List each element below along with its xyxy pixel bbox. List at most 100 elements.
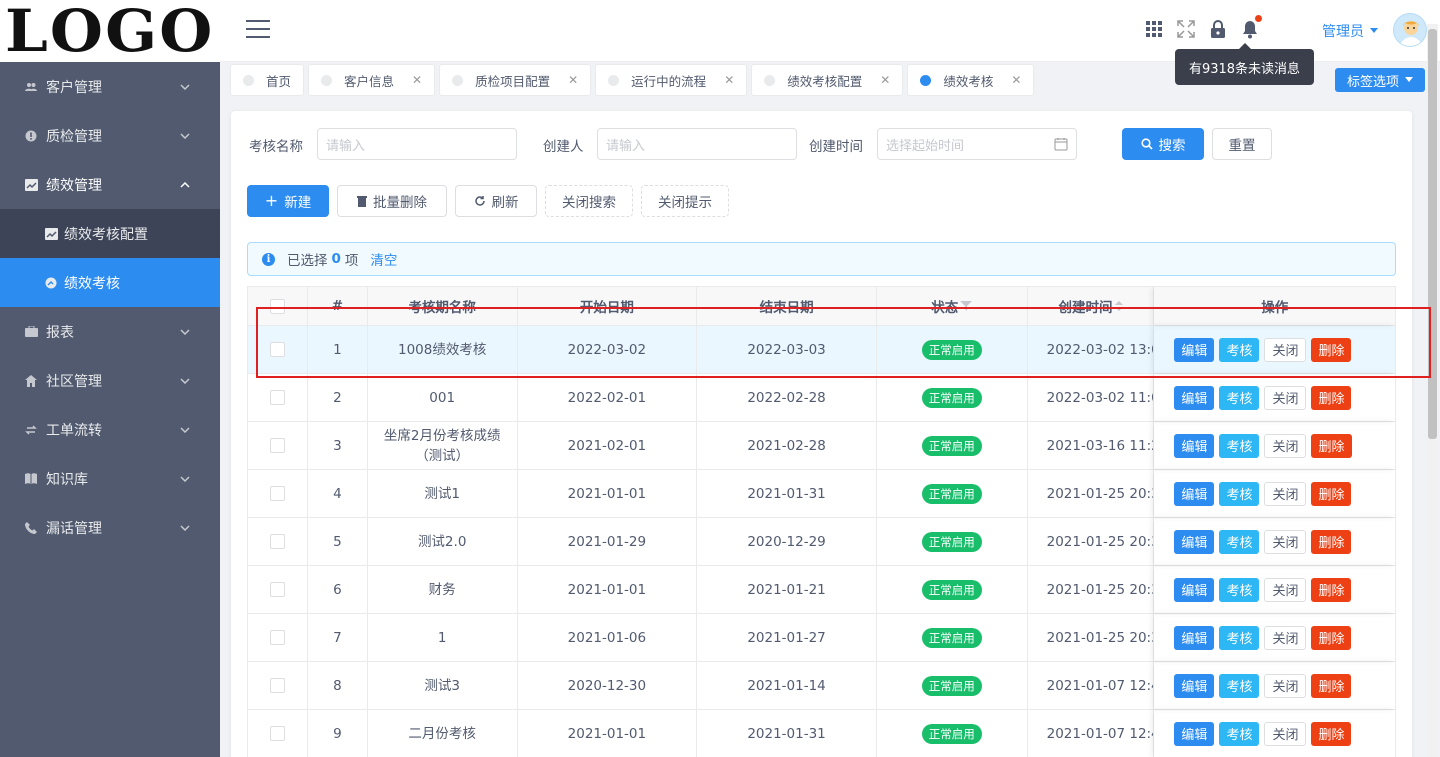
edit-button[interactable]: 编辑 (1174, 529, 1215, 554)
close-button[interactable]: 关闭 (1264, 481, 1307, 506)
sidebar-item-5[interactable]: 工单流转 (0, 405, 220, 454)
row-checkbox[interactable] (269, 534, 285, 549)
review-button[interactable]: 考核 (1219, 337, 1260, 362)
table-row[interactable]: 2 001 2022-02-01 2022-02-28 正常启用 2022-03-02 1… (248, 374, 1395, 422)
time-picker[interactable]: 选择起始时间 (877, 128, 1077, 160)
avatar[interactable] (1393, 13, 1427, 47)
table-row[interactable]: 1 1008绩效考核 2022-03-02 2022-03-03 正常启用 2022-03… (248, 326, 1395, 374)
close-button[interactable]: 关闭 (1264, 721, 1307, 746)
tab-2[interactable]: 质检项目配置 ✕ (439, 64, 592, 96)
table-row[interactable]: 5 测试2.0 2021-01-29 2020-12-29 正常启用 2021-01-25… (248, 518, 1395, 566)
edit-button[interactable]: 编辑 (1174, 481, 1215, 506)
select-all-checkbox[interactable] (269, 298, 285, 314)
review-button[interactable]: 考核 (1219, 625, 1260, 650)
review-button[interactable]: 考核 (1219, 673, 1260, 698)
review-button[interactable]: 考核 (1219, 433, 1260, 458)
header-created[interactable]: 创建时间 (1028, 287, 1155, 325)
close-tips-button[interactable]: 关闭提示 (641, 185, 729, 217)
sidebar-item-3[interactable]: 报表 (0, 307, 220, 356)
table-row[interactable]: 8 测试3 2020-12-30 2021-01-14 正常启用 2021-01-07 1… (248, 662, 1395, 710)
bell-icon[interactable] (1240, 15, 1262, 40)
sidebar-item-1[interactable]: 质检管理 (0, 111, 220, 160)
delete-button[interactable]: 删除 (1311, 337, 1352, 362)
clear-selection-link[interactable]: 清空 (370, 249, 397, 269)
sort-icon[interactable] (1114, 301, 1123, 311)
table-row[interactable]: 6 财务 2021-01-01 2021-01-21 正常启用 2021-01-25 20… (248, 566, 1395, 614)
close-icon[interactable]: ✕ (568, 73, 578, 87)
row-checkbox[interactable] (269, 582, 285, 597)
menu-toggle-icon[interactable] (246, 20, 270, 40)
delete-button[interactable]: 删除 (1311, 385, 1352, 410)
creator-input[interactable]: 请输入 (597, 128, 797, 160)
sidebar-item-4[interactable]: 社区管理 (0, 356, 220, 405)
delete-button[interactable]: 删除 (1311, 529, 1352, 554)
row-checkbox[interactable] (269, 390, 285, 405)
sidebar-item-2[interactable]: 绩效管理 (0, 160, 220, 209)
close-icon[interactable]: ✕ (724, 73, 734, 87)
name-input[interactable]: 请输入 (317, 128, 517, 160)
tab-3[interactable]: 运行中的流程 ✕ (595, 64, 748, 96)
table-row[interactable]: 7 1 2021-01-06 2021-01-27 正常启用 2021-01-25 20:… (248, 614, 1395, 662)
sidebar-subitem-0[interactable]: 绩效考核配置 (0, 209, 220, 258)
close-button[interactable]: 关闭 (1264, 577, 1307, 602)
delete-button[interactable]: 删除 (1311, 481, 1352, 506)
sidebar-item-0[interactable]: 客户管理 (0, 62, 220, 111)
row-checkbox[interactable] (269, 726, 285, 741)
reset-button[interactable]: 重置 (1212, 128, 1272, 160)
new-button[interactable]: + 新建 (247, 185, 329, 217)
tab-4[interactable]: 绩效考核配置 ✕ (751, 64, 904, 96)
delete-button[interactable]: 删除 (1311, 673, 1352, 698)
tab-1[interactable]: 客户信息 ✕ (308, 64, 436, 96)
search-button[interactable]: 搜索 (1122, 128, 1204, 160)
table-row[interactable]: 9 二月份考核 2021-01-01 2021-01-31 正常启用 2021-01-07… (248, 710, 1395, 757)
sidebar-subitem-1[interactable]: 绩效考核 (0, 258, 220, 307)
tab-options-button[interactable]: 标签选项 (1335, 68, 1425, 92)
batch-delete-button[interactable]: 批量删除 (337, 185, 447, 217)
table-row[interactable]: 4 测试1 2021-01-01 2021-01-31 正常启用 2021-01-25 2… (248, 470, 1395, 518)
row-checkbox[interactable] (269, 438, 285, 453)
edit-button[interactable]: 编辑 (1174, 625, 1215, 650)
delete-button[interactable]: 删除 (1311, 721, 1352, 746)
delete-button[interactable]: 删除 (1311, 625, 1352, 650)
close-button[interactable]: 关闭 (1264, 529, 1307, 554)
edit-button[interactable]: 编辑 (1174, 577, 1215, 602)
review-button[interactable]: 考核 (1219, 481, 1260, 506)
review-button[interactable]: 考核 (1219, 385, 1260, 410)
close-icon[interactable]: ✕ (412, 73, 422, 87)
review-button[interactable]: 考核 (1219, 529, 1260, 554)
tab-5[interactable]: 绩效考核 ✕ (907, 64, 1035, 96)
page-scrollbar[interactable] (1427, 24, 1438, 757)
fullscreen-icon[interactable] (1176, 18, 1196, 40)
close-button[interactable]: 关闭 (1264, 625, 1307, 650)
filter-icon[interactable] (960, 301, 973, 311)
row-checkbox[interactable] (269, 678, 285, 693)
close-search-button[interactable]: 关闭搜索 (545, 185, 633, 217)
table-row[interactable]: 3 坐席2月份考核成绩（测试） 2021-02-01 2021-02-28 正常启用 20… (248, 422, 1395, 470)
row-checkbox[interactable] (269, 486, 285, 501)
tab-0[interactable]: 首页 (230, 64, 305, 96)
close-button[interactable]: 关闭 (1264, 673, 1307, 698)
delete-button[interactable]: 删除 (1311, 433, 1352, 458)
sidebar-item-6[interactable]: 知识库 (0, 454, 220, 503)
row-checkbox[interactable] (269, 342, 285, 357)
edit-button[interactable]: 编辑 (1174, 673, 1215, 698)
delete-button[interactable]: 删除 (1311, 577, 1352, 602)
refresh-button[interactable]: 刷新 (455, 185, 537, 217)
review-button[interactable]: 考核 (1219, 721, 1260, 746)
review-button[interactable]: 考核 (1219, 577, 1260, 602)
sidebar-item-7[interactable]: 漏话管理 (0, 503, 220, 552)
close-button[interactable]: 关闭 (1264, 337, 1307, 362)
edit-button[interactable]: 编辑 (1174, 385, 1215, 410)
header-status[interactable]: 状态 (877, 287, 1028, 325)
row-checkbox[interactable] (269, 630, 285, 645)
user-menu[interactable]: 管理员 (1322, 21, 1378, 41)
edit-button[interactable]: 编辑 (1174, 433, 1215, 458)
close-icon[interactable]: ✕ (880, 73, 890, 87)
close-icon[interactable]: ✕ (1011, 73, 1021, 87)
grid-apps-icon[interactable] (1144, 18, 1164, 40)
lock-icon[interactable] (1208, 18, 1228, 40)
close-button[interactable]: 关闭 (1264, 385, 1307, 410)
edit-button[interactable]: 编辑 (1174, 337, 1215, 362)
close-button[interactable]: 关闭 (1264, 433, 1307, 458)
edit-button[interactable]: 编辑 (1174, 721, 1215, 746)
